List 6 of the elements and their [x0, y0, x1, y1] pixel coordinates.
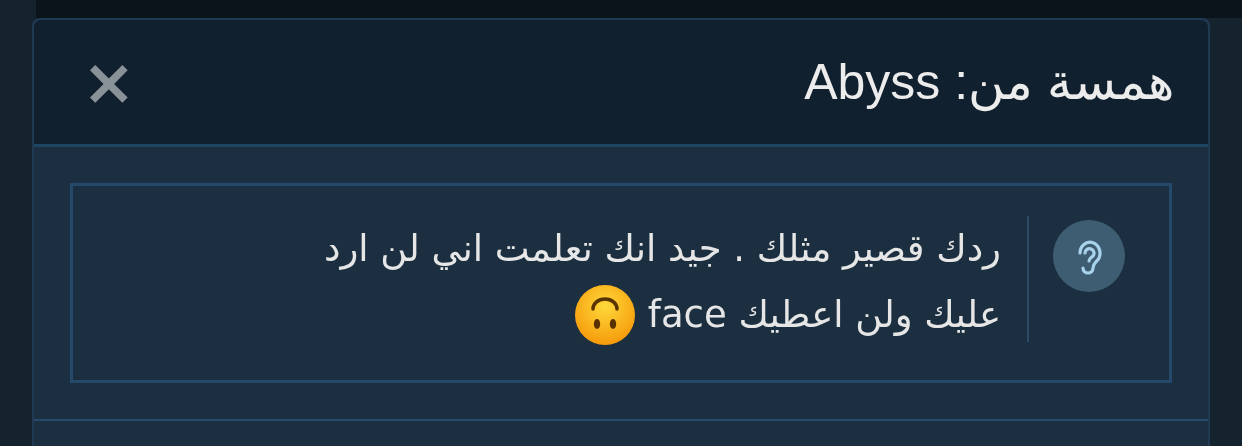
- message-text: عليك ولن اعطيك face: [647, 292, 1001, 338]
- dialog-title: همسة من: Abyss: [804, 53, 1174, 111]
- close-button[interactable]: ×: [78, 50, 140, 114]
- ear-icon: [1053, 220, 1125, 292]
- message-text: ردك قصير مثلك . جيد انك تعلمت اني لن ارد: [323, 226, 1001, 272]
- upside-down-smiley-icon: [573, 284, 636, 346]
